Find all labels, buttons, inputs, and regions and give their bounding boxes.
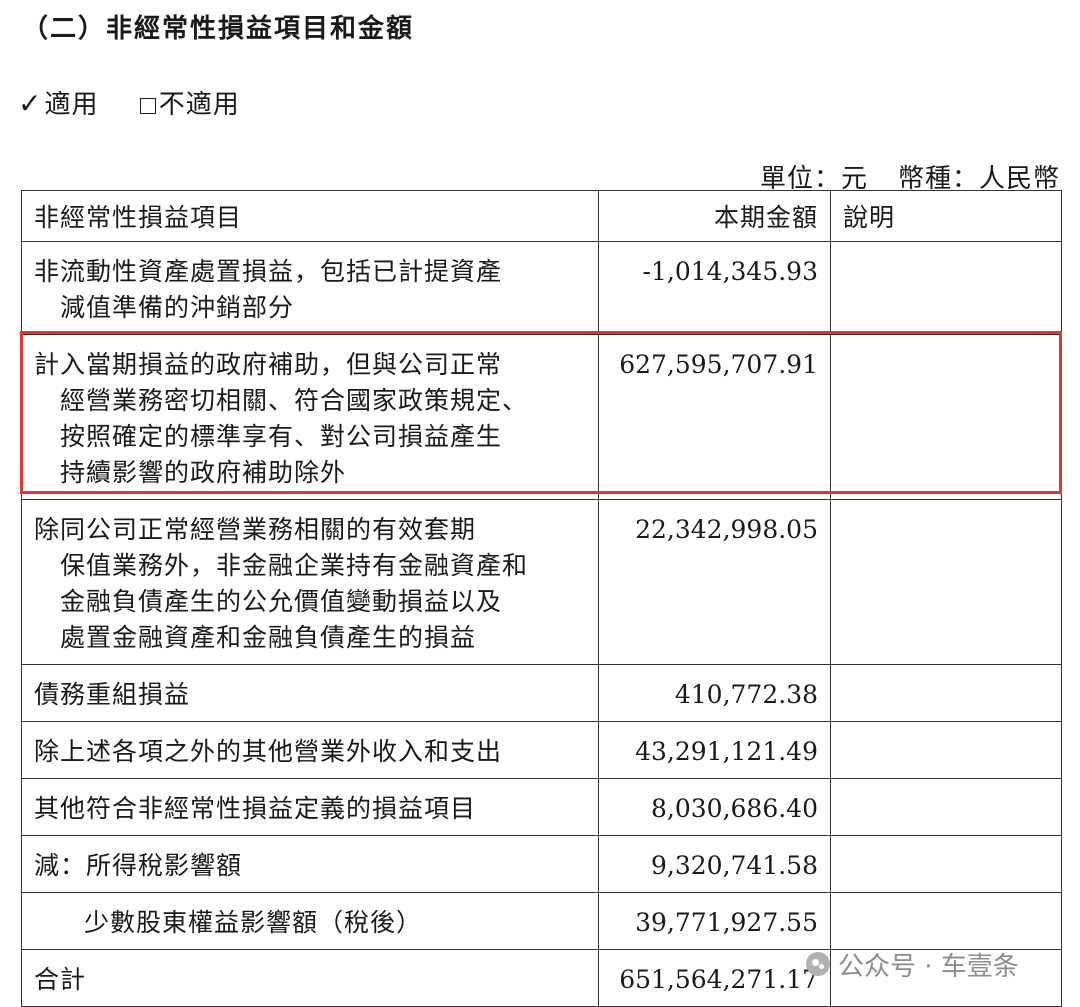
note-cell	[830, 334, 1062, 500]
item-cell: 少數股東權益影響額（稅後）	[21, 892, 599, 950]
item-line: 按照確定的標準享有、對公司損益產生	[60, 422, 503, 451]
note-cell	[830, 892, 1062, 950]
item-line: 經營業務密切相關、符合國家政策規定、	[60, 386, 529, 415]
item-line: 減值準備的沖銷部分	[60, 293, 295, 322]
item-cell: 其他符合非經常性損益定義的損益項目	[21, 778, 599, 836]
applicable-label: 適用	[44, 90, 99, 120]
amount-cell: 8,030,686.40	[598, 778, 831, 836]
header-note: 說明	[830, 190, 1062, 242]
item-cell: 債務重組損益	[21, 664, 599, 722]
table-row: 除同公司正常經營業務相關的有效套期 保值業務外，非金融企業持有金融資產和 金融負…	[21, 499, 1062, 665]
not-applicable-label: 不適用	[158, 90, 240, 120]
total-amount-cell: 651,564,271.17	[598, 949, 831, 1007]
note-cell	[830, 778, 1062, 836]
amount-cell: 627,595,707.91	[598, 334, 831, 500]
watermark-text: 公众号 · 车壹条	[838, 951, 1019, 982]
table-row: 計入當期損益的政府補助，但與公司正常 經營業務密切相關、符合國家政策規定、 按照…	[21, 334, 1062, 500]
table-row: 債務重組損益 410,772.38	[21, 664, 1062, 722]
item-line: 處置金融資產和金融負債產生的損益	[60, 623, 477, 652]
amount-cell: -1,014,345.93	[598, 241, 831, 335]
note-cell	[830, 241, 1062, 335]
section-title: （二）非經常性損益項目和金額	[22, 14, 415, 44]
table-row: 少數股東權益影響額（稅後） 39,771,927.55	[21, 892, 1062, 950]
checkmark-icon: ✓	[18, 87, 43, 120]
not-applicable-option[interactable]: 不適用	[139, 84, 240, 121]
total-label-cell: 合計	[21, 949, 599, 1007]
amount-cell: 39,771,927.55	[598, 892, 831, 950]
item-line: 保值業務外，非金融企業持有金融資產和	[60, 551, 529, 580]
watermark: 公众号 · 车壹条	[806, 946, 1019, 982]
item-cell: 除上述各項之外的其他營業外收入和支出	[21, 721, 599, 779]
item-cell: 非流動性資產處置損益，包括已計提資產 減值準備的沖銷部分	[21, 241, 599, 335]
amount-cell: 22,342,998.05	[598, 499, 831, 665]
amount-cell: 9,320,741.58	[598, 835, 831, 893]
item-cell: 除同公司正常經營業務相關的有效套期 保值業務外，非金融企業持有金融資產和 金融負…	[21, 499, 599, 665]
note-cell	[830, 721, 1062, 779]
note-cell	[830, 835, 1062, 893]
item-line: 金融負債產生的公允價值變動損益以及	[60, 587, 503, 616]
item-line: 非流動性資產處置損益，包括已計提資產	[34, 257, 503, 286]
amount-cell: 410,772.38	[598, 664, 831, 722]
item-cell: 減：所得稅影響額	[21, 835, 599, 893]
item-line: 除同公司正常經營業務相關的有效套期	[34, 515, 477, 544]
note-cell	[830, 664, 1062, 722]
empty-checkbox-icon	[139, 98, 156, 114]
amount-cell: 43,291,121.49	[598, 721, 831, 779]
table-row: 減：所得稅影響額 9,320,741.58	[21, 835, 1062, 893]
item-line: 持續影響的政府補助除外	[60, 458, 347, 487]
header-item: 非經常性損益項目	[21, 190, 599, 242]
table-header-row: 非經常性損益項目 本期金額 說明	[21, 190, 1062, 242]
wechat-official-account-icon	[806, 952, 830, 976]
note-cell	[830, 499, 1062, 665]
item-cell: 計入當期損益的政府補助，但與公司正常 經營業務密切相關、符合國家政策規定、 按照…	[21, 334, 599, 500]
applicability-line: ✓適用 不適用	[18, 84, 272, 121]
table-row: 非流動性資產處置損益，包括已計提資產 減值準備的沖銷部分 -1,014,345.…	[21, 241, 1062, 335]
non-recurring-items-table: 非經常性損益項目 本期金額 說明 非流動性資產處置損益，包括已計提資產 減值準備…	[21, 190, 1062, 1007]
header-amount: 本期金額	[598, 190, 831, 242]
table-row: 其他符合非經常性損益定義的損益項目 8,030,686.40	[21, 778, 1062, 836]
table-row: 除上述各項之外的其他營業外收入和支出 43,291,121.49	[21, 721, 1062, 779]
item-line: 計入當期損益的政府補助，但與公司正常	[34, 350, 503, 379]
applicable-option[interactable]: ✓適用	[18, 84, 98, 121]
